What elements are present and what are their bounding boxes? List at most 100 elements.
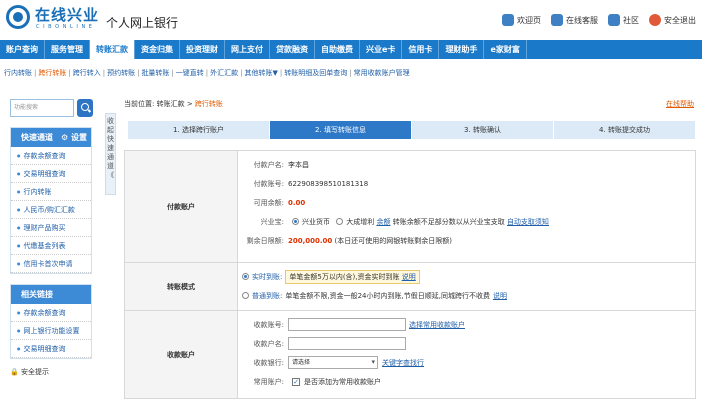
payer-section-title: 付款账户: [125, 151, 238, 262]
subnav-item[interactable]: 批量转账: [141, 68, 169, 78]
step-item: 2. 填写转账信息: [270, 121, 412, 139]
top-links: 欢迎页 在线客服 社区 安全退出: [502, 14, 696, 26]
nav-item[interactable]: e家财富: [484, 40, 527, 59]
bank-search-link[interactable]: 关键字查找行: [382, 358, 424, 368]
function-search: 功能搜索: [10, 97, 93, 119]
sidebar-item[interactable]: 人民币/购汇汇款: [11, 201, 91, 219]
subnav-separator: |: [137, 69, 140, 77]
nav-item[interactable]: 转账汇款: [90, 40, 135, 59]
main-nav: 账户查询 服务管理 转账汇款 资金归集 投资理财 网上支付 贷款融资 自助缴费 兴业e卡 信用卡理…: [0, 40, 702, 59]
transfer-form: 付款账户 付款户名: 李本昌 付款账号: 622908398510181318 可用…: [124, 150, 696, 399]
service-icon: [551, 14, 563, 26]
welcome-link[interactable]: 欢迎页: [502, 14, 541, 26]
sidebar-item[interactable]: 信用卡首次申请: [11, 255, 91, 273]
auto-withdraw-link[interactable]: 自动支取须知: [507, 218, 549, 226]
sidebar-item[interactable]: 代缴基金列表: [11, 237, 91, 255]
subnav-separator: |: [240, 69, 243, 77]
search-icon[interactable]: [77, 99, 93, 117]
breadcrumb-parent[interactable]: 转账汇款: [157, 100, 185, 108]
subnav-item[interactable]: 一键直转: [176, 68, 204, 78]
help-link[interactable]: 在线帮助: [666, 99, 694, 109]
nav-item[interactable]: 账户查询: [0, 40, 45, 59]
home-icon: [502, 14, 514, 26]
community-link[interactable]: 社区: [608, 14, 639, 26]
breadcrumb-current: 跨行转账: [194, 100, 223, 108]
brand-name: 在线兴业: [35, 6, 100, 24]
payee-section-title: 收款账户: [125, 311, 238, 398]
main-content: 当前位置: 转账汇款 > 跨行转账 在线帮助 1. 选择跨行账户 2. 填写转账信…: [124, 99, 696, 399]
payer-section: 付款账户 付款户名: 李本昌 付款账号: 622908398510181318 可用…: [124, 150, 696, 263]
sidebar-item[interactable]: 交易明细查询: [11, 165, 91, 183]
subnav-item[interactable]: 行内转账: [4, 68, 32, 78]
brand-subtitle: C I B O N L I N E: [36, 24, 93, 30]
sidebar-item[interactable]: 交易明细查询: [11, 340, 91, 358]
option1-radio[interactable]: [292, 218, 299, 225]
bank-logo-icon: [6, 5, 30, 29]
nav-item[interactable]: 兴业e卡: [360, 40, 403, 59]
payee-section: 收款账户 收款账号:选择常用收款账户 收款户名: 收款银行:请选择关键字查找行 …: [124, 311, 696, 399]
collapse-quick-toggle[interactable]: 收起快速通道《: [105, 113, 116, 195]
subnav-item[interactable]: 常用收款账户管理: [354, 68, 410, 78]
nav-item[interactable]: 投资理财: [180, 40, 225, 59]
nav-item[interactable]: 网上支付: [225, 40, 270, 59]
option2-radio[interactable]: [336, 218, 344, 225]
step-item: 4. 转账提交成功: [554, 121, 696, 139]
security-tip[interactable]: 🔒 安全提示: [10, 367, 92, 377]
nav-item[interactable]: 信用卡: [402, 40, 440, 59]
power-icon: [649, 14, 661, 26]
subnav-separator: |: [102, 69, 106, 77]
subnav-separator: |: [34, 69, 37, 77]
sidebar: 功能搜索 快速通道 ⚙ 设置 存款余额查询交易明细查询行内转账人民币/购汇汇款理…: [10, 97, 93, 377]
sidebar-item[interactable]: 网上银行功能设置: [11, 322, 91, 340]
subnav-item[interactable]: 转账明细及回单查询: [284, 68, 347, 78]
payer-name: 李本昌: [288, 160, 309, 169]
subnav-item[interactable]: 跨行转账: [38, 68, 66, 78]
subnav-item[interactable]: 跨行转入: [73, 68, 101, 78]
subnav-item[interactable]: 外汇汇款: [210, 68, 238, 78]
nav-item[interactable]: 资金归集: [135, 40, 180, 59]
quick-list: 存款余额查询交易明细查询行内转账人民币/购汇汇款理财产品购买代缴基金列表信用卡首…: [11, 147, 91, 273]
subnav-separator: |: [171, 69, 174, 77]
save-payee-checkbox[interactable]: ✓: [292, 377, 300, 386]
service-link[interactable]: 在线客服: [551, 14, 598, 26]
realtime-info-link[interactable]: 说明: [402, 273, 416, 281]
logout-link[interactable]: 安全退出: [649, 14, 696, 26]
step-item: 3. 转账确认: [412, 121, 554, 139]
select-payee-link[interactable]: 选择常用收款账户: [409, 320, 465, 330]
daily-limit: 200,000.00: [288, 236, 333, 245]
breadcrumb: 当前位置: 转账汇款 > 跨行转账: [124, 100, 223, 108]
payee-account-input[interactable]: [288, 318, 406, 331]
progress-steps: 1. 选择跨行账户 2. 填写转账信息 3. 转账确认 4. 转账提交成功: [128, 121, 696, 139]
sidebar-item[interactable]: 理财产品购买: [11, 219, 91, 237]
related-panel: 相关链接 存款余额查询网上银行功能设置交易明细查询: [10, 284, 92, 359]
sub-nav: 行内转账 | 跨行转账 | 跨行转入 | 预约转账 | 批量转账 | 一键直转 | 外汇汇款 | 其他转账▼…: [0, 66, 702, 80]
sidebar-item[interactable]: 行内转账: [11, 183, 91, 201]
realtime-tip: 单笔金额5万以内(含),资金实时到账 说明: [285, 269, 420, 284]
header: 在线兴业 C I B O N L I N E 个人网上银行 欢迎页 在线客服 社…: [0, 0, 702, 40]
available-balance: 0.00: [288, 198, 306, 207]
search-input[interactable]: 功能搜索: [10, 99, 74, 117]
nav-item[interactable]: 服务管理: [45, 40, 90, 59]
realtime-radio[interactable]: [242, 273, 249, 280]
related-list: 存款余额查询网上银行功能设置交易明细查询: [11, 304, 91, 358]
subnav-separator: |: [279, 69, 283, 77]
balance-link[interactable]: 余额: [376, 218, 390, 226]
subnav-item[interactable]: 其他转账▼: [245, 68, 278, 78]
mode-section: 转账模式 实时到账: 单笔金额5万以内(含),资金实时到账 说明 普通到账: 单…: [124, 263, 696, 311]
nav-item[interactable]: 自助缴费: [315, 40, 360, 59]
subnav-item[interactable]: 预约转账: [107, 68, 135, 78]
subnav-separator: |: [205, 69, 209, 77]
normal-radio[interactable]: [242, 292, 249, 299]
nav-item[interactable]: 贷款融资: [270, 40, 315, 59]
quick-panel: 快速通道 ⚙ 设置 存款余额查询交易明细查询行内转账人民币/购汇汇款理财产品购买…: [10, 127, 92, 274]
normal-info-link[interactable]: 说明: [493, 291, 507, 301]
nav-item[interactable]: 理财助手: [439, 40, 485, 59]
payee-bank-select[interactable]: 请选择: [288, 356, 378, 369]
bank-product-name: 个人网上银行: [106, 16, 179, 30]
sidebar-item[interactable]: 存款余额查询: [11, 304, 91, 322]
related-panel-title: 相关链接: [11, 285, 91, 304]
sidebar-item[interactable]: 存款余额查询: [11, 147, 91, 165]
payee-name-input[interactable]: [288, 337, 406, 350]
settings-button[interactable]: ⚙ 设置: [61, 128, 87, 147]
step-item: 1. 选择跨行账户: [128, 121, 270, 139]
